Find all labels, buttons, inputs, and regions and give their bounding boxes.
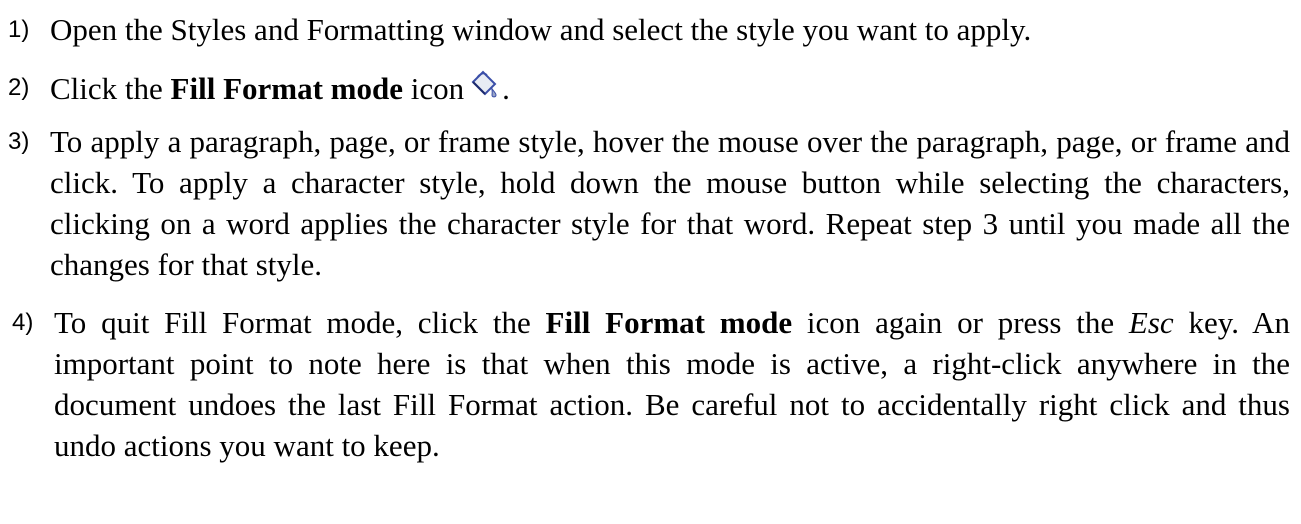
step-number: 4) bbox=[12, 309, 34, 336]
paint-bucket-icon bbox=[466, 67, 503, 101]
esc-key-term: Esc bbox=[1128, 305, 1174, 340]
step-number: 2) bbox=[8, 74, 30, 101]
step-text: Click the Fill Format mode icon . bbox=[50, 67, 1290, 109]
fill-format-mode-term: Fill Format mode bbox=[545, 305, 793, 340]
step-number: 3) bbox=[8, 128, 30, 155]
step-text-tail: icon bbox=[403, 71, 465, 106]
fill-format-mode-term: Fill Format mode bbox=[170, 71, 403, 106]
step-text-lead: To quit Fill Format mode, click the bbox=[54, 305, 546, 340]
step-text: Open the Styles and Formatting window an… bbox=[50, 12, 1032, 47]
step-text: To quit Fill Format mode, click the Fill… bbox=[54, 302, 1290, 466]
step-number: 1) bbox=[8, 16, 30, 43]
step-text-end: . bbox=[502, 71, 510, 106]
step-text: To apply a paragraph, page, or frame sty… bbox=[50, 124, 1290, 282]
step-text-middle: icon again or press the bbox=[792, 305, 1129, 340]
step-text-lead: Click the bbox=[50, 71, 171, 106]
